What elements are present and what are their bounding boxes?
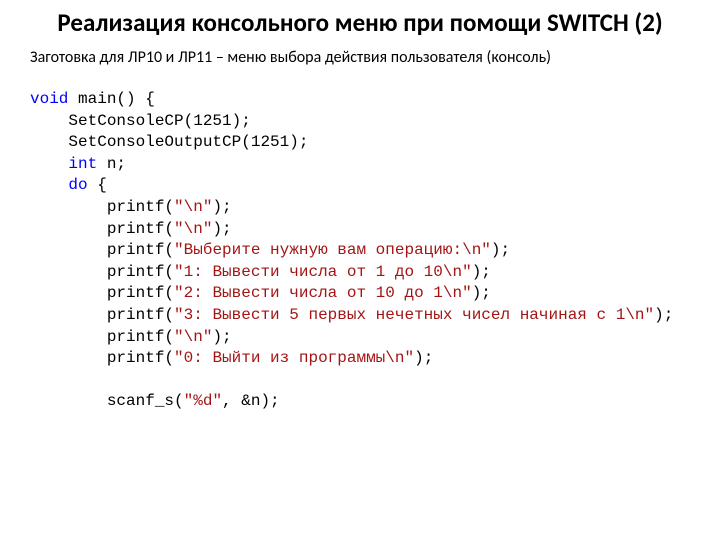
code-block: void main() { SetConsoleCP(1251); SetCon…: [30, 89, 690, 413]
printf: printf(: [107, 306, 174, 324]
close: );: [212, 198, 231, 216]
q: ": [174, 263, 184, 281]
q: ": [174, 220, 184, 238]
nl: \n: [184, 220, 203, 238]
str-opt0: 0: Выйти из программы: [184, 349, 386, 367]
decl-n: n;: [97, 155, 126, 173]
str-opt3: 3: Вывести 5 первых нечетных чисел начин…: [184, 306, 626, 324]
indent: [30, 263, 107, 281]
q: ": [203, 198, 213, 216]
close: );: [472, 284, 491, 302]
indent: [30, 392, 107, 410]
q: ": [174, 198, 184, 216]
q: ": [174, 241, 184, 259]
line-setcp: SetConsoleCP(1251);: [30, 112, 251, 130]
indent: [30, 328, 107, 346]
close: );: [212, 220, 231, 238]
close: );: [414, 349, 433, 367]
indent: [30, 220, 107, 238]
q: ": [174, 284, 184, 302]
nl: \n: [385, 349, 404, 367]
close: );: [212, 328, 231, 346]
nl: \n: [462, 241, 481, 259]
fmt-d: %d: [193, 392, 212, 410]
q: ": [462, 263, 472, 281]
close: );: [491, 241, 510, 259]
printf: printf(: [107, 198, 174, 216]
indent: [30, 349, 107, 367]
printf: printf(: [107, 241, 174, 259]
scanf: scanf_s(: [107, 392, 184, 410]
indent: [30, 241, 107, 259]
indent: [30, 306, 107, 324]
q: ": [174, 328, 184, 346]
scanf-tail: , &n);: [222, 392, 280, 410]
printf: printf(: [107, 263, 174, 281]
q: ": [174, 349, 184, 367]
q: ": [203, 328, 213, 346]
q: ": [212, 392, 222, 410]
q: ": [203, 220, 213, 238]
indent: [30, 155, 68, 173]
printf: printf(: [107, 328, 174, 346]
indent: [30, 284, 107, 302]
brace-open: {: [88, 176, 107, 194]
close: );: [472, 263, 491, 281]
q: ": [174, 306, 184, 324]
str-opt2: 2: Вывести числа от 10 до 1: [184, 284, 443, 302]
str-prompt: Выберите нужную вам операцию:: [184, 241, 462, 259]
str-opt1: 1: Вывести числа от 1 до 10: [184, 263, 443, 281]
nl: \n: [184, 198, 203, 216]
q: ": [404, 349, 414, 367]
indent: [30, 176, 68, 194]
printf: printf(: [107, 349, 174, 367]
kw-int: int: [68, 155, 97, 173]
kw-void: void: [30, 90, 68, 108]
nl: \n: [443, 263, 462, 281]
indent: [30, 198, 107, 216]
q: ": [481, 241, 491, 259]
slide-title: Реализация консольного меню при помощи S…: [30, 8, 690, 38]
nl: \n: [625, 306, 644, 324]
q: ": [462, 284, 472, 302]
nl: \n: [184, 328, 203, 346]
line-setoutcp: SetConsoleOutputCP(1251);: [30, 133, 308, 151]
nl: \n: [443, 284, 462, 302]
printf: printf(: [107, 284, 174, 302]
slide-subtitle: Заготовка для ЛР10 и ЛР11 – меню выбора …: [30, 48, 690, 67]
printf: printf(: [107, 220, 174, 238]
main-sig: main() {: [68, 90, 154, 108]
q: ": [184, 392, 194, 410]
q: ": [645, 306, 655, 324]
kw-do: do: [68, 176, 87, 194]
close: );: [654, 306, 673, 324]
